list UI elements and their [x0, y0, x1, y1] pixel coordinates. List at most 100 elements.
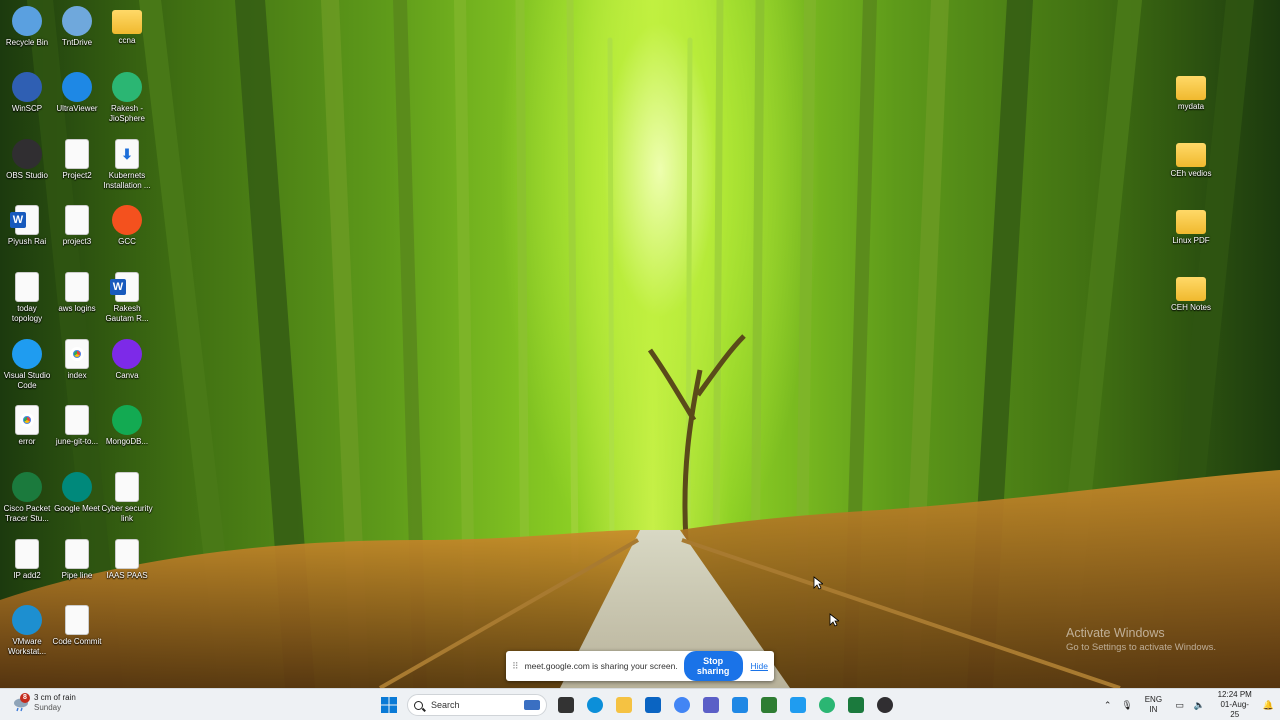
microphone-icon[interactable]: 🎙: [1119, 700, 1134, 711]
desktop-icon-label: CEH Notes: [1170, 303, 1211, 312]
desktop-icon[interactable]: CEH Notes: [1165, 273, 1217, 313]
chrome-html-icon: [65, 339, 89, 369]
desktop-icon-label: aws logins: [58, 304, 96, 313]
taskbar-app-task-view[interactable]: [553, 692, 579, 718]
weather-badge: 8: [20, 693, 30, 703]
desktop-icon[interactable]: GCC: [101, 205, 153, 247]
taskbar-app-store[interactable]: [727, 692, 753, 718]
desktop-icon[interactable]: aws logins: [51, 272, 103, 314]
desktop-icon-label: index: [67, 371, 87, 380]
volume-icon[interactable]: 🔈: [1191, 700, 1206, 711]
hide-link[interactable]: Hide: [751, 661, 768, 671]
taskbar: 8 3 cm of rain Sunday Search ⌃ 🎙 ENG IN …: [0, 688, 1280, 720]
network-icon[interactable]: ▭: [1172, 700, 1187, 711]
taskbar-app-file-explorer[interactable]: [611, 692, 637, 718]
desktop-icon-label: IAAS PAAS: [106, 571, 148, 580]
desktop-icon-label: Kubernets Installation ...: [103, 171, 151, 190]
desktop-icon[interactable]: Canva: [101, 339, 153, 381]
taskbar-search[interactable]: Search: [407, 694, 547, 716]
activate-subtitle: Go to Settings to activate Windows.: [1066, 642, 1216, 653]
image-file-icon: [65, 539, 89, 569]
desktop-icon[interactable]: Pipe line: [51, 539, 103, 581]
desktop-icon[interactable]: IAAS PAAS: [101, 539, 153, 581]
google-meet-icon: [62, 472, 92, 502]
desktop-icon-label: Google Meet: [54, 504, 100, 513]
desktop-icon[interactable]: ⬇ Kubernets Installation ...: [101, 139, 153, 191]
desktop-wallpaper: [0, 0, 1280, 688]
stop-sharing-button[interactable]: Stop sharing: [683, 651, 743, 681]
desktop-icon[interactable]: Linux PDF: [1165, 206, 1217, 246]
weather-widget[interactable]: 8 3 cm of rain Sunday: [12, 693, 76, 713]
activate-windows-watermark: Activate Windows Go to Settings to activ…: [1066, 626, 1216, 653]
taskbar-app-edge[interactable]: [582, 692, 608, 718]
desktop-icon[interactable]: Visual Studio Code: [1, 339, 53, 391]
activate-title: Activate Windows: [1066, 626, 1165, 640]
input-language[interactable]: ENG IN: [1145, 695, 1162, 715]
desktop-icon[interactable]: WinSCP: [1, 72, 53, 114]
vscode-icon: [790, 697, 806, 713]
desktop-icon[interactable]: mydata: [1165, 72, 1217, 112]
task-view-icon: [558, 697, 574, 713]
desktop-icon[interactable]: june-git-to...: [51, 405, 103, 447]
desktop-icon[interactable]: Project2: [51, 139, 103, 181]
desktop-icon[interactable]: OBS Studio: [1, 139, 53, 181]
chrome-html-icon: [15, 405, 39, 435]
word-document-icon: W: [10, 205, 39, 235]
windows-logo-icon: [381, 697, 397, 713]
desktop-icon[interactable]: Rakesh - JioSphere: [101, 72, 153, 124]
start-button[interactable]: [376, 692, 402, 718]
taskbar-app-teams[interactable]: [698, 692, 724, 718]
notification-bell-icon[interactable]: 🔔: [1261, 700, 1276, 711]
chevron-up-icon[interactable]: ⌃: [1100, 700, 1115, 711]
desktop-icon-label: Cisco Packet Tracer Stu...: [3, 504, 51, 523]
pinned-apps: [553, 692, 901, 718]
desktop-icon[interactable]: Code Commit: [51, 605, 103, 647]
vmware-icon: [12, 605, 42, 635]
desktop-icon[interactable]: UltraViewer: [51, 72, 103, 114]
taskbar-app-network-app[interactable]: [756, 692, 782, 718]
taskbar-app-jiosphere[interactable]: [814, 692, 840, 718]
desktop-icon[interactable]: IP add2: [1, 539, 53, 581]
document-icon: [15, 539, 39, 569]
taskbar-app-packet-tracer[interactable]: [843, 692, 869, 718]
desktop-icon[interactable]: Google Meet: [51, 472, 103, 514]
jiosphere-icon: [112, 72, 142, 102]
mouse-pointer-icon: [813, 576, 823, 590]
desktop-icon-label: IP add2: [13, 571, 41, 580]
document-icon: [65, 139, 89, 169]
copilot-search-icon: [524, 700, 540, 710]
desktop-icon-label: error: [18, 437, 36, 446]
drag-handle-icon[interactable]: ⠿: [512, 661, 519, 672]
mongodb-icon: [112, 405, 142, 435]
desktop-icon[interactable]: Cisco Packet Tracer Stu...: [1, 472, 53, 524]
desktop-icon[interactable]: ccna: [101, 6, 153, 46]
outlook-icon: [645, 697, 661, 713]
desktop-icon[interactable]: Recycle Bin: [1, 6, 53, 48]
desktop-icon-label: Canva: [115, 371, 139, 380]
desktop-icon[interactable]: index: [51, 339, 103, 381]
desktop-icon-label: WinSCP: [11, 104, 43, 113]
desktop-icon[interactable]: W Piyush Rai: [1, 205, 53, 247]
obs-studio-icon: [12, 139, 42, 169]
desktop-icon-label: ccna: [118, 36, 136, 45]
document-icon: [65, 405, 89, 435]
packet-tracer-icon: [848, 697, 864, 713]
desktop-icon[interactable]: today topology: [1, 272, 53, 324]
taskbar-app-obs-recording[interactable]: [872, 692, 898, 718]
clock[interactable]: 12:24 PM 01-Aug-25: [1217, 690, 1253, 720]
desktop-icon[interactable]: error: [1, 405, 53, 447]
document-icon: [65, 272, 89, 302]
desktop-icon[interactable]: Cyber security link: [101, 472, 153, 524]
desktop-icon[interactable]: W Rakesh Gautam R...: [101, 272, 153, 324]
taskbar-app-outlook[interactable]: [640, 692, 666, 718]
sharing-message: meet.google.com is sharing your screen.: [524, 661, 678, 671]
desktop-icon[interactable]: VMware Workstat...: [1, 605, 53, 657]
desktop-icon[interactable]: project3: [51, 205, 103, 247]
taskbar-app-chrome[interactable]: [669, 692, 695, 718]
desktop-icon[interactable]: TntDrive: [51, 6, 103, 48]
system-tray: ⌃ 🎙 ENG IN ▭ 🔈 12:24 PM 01-Aug-25 🔔: [1100, 689, 1280, 720]
desktop-icon-label: TntDrive: [61, 38, 93, 47]
desktop-icon[interactable]: CEh vedios: [1165, 139, 1217, 179]
taskbar-app-vscode[interactable]: [785, 692, 811, 718]
desktop-icon[interactable]: MongoDB...: [101, 405, 153, 447]
